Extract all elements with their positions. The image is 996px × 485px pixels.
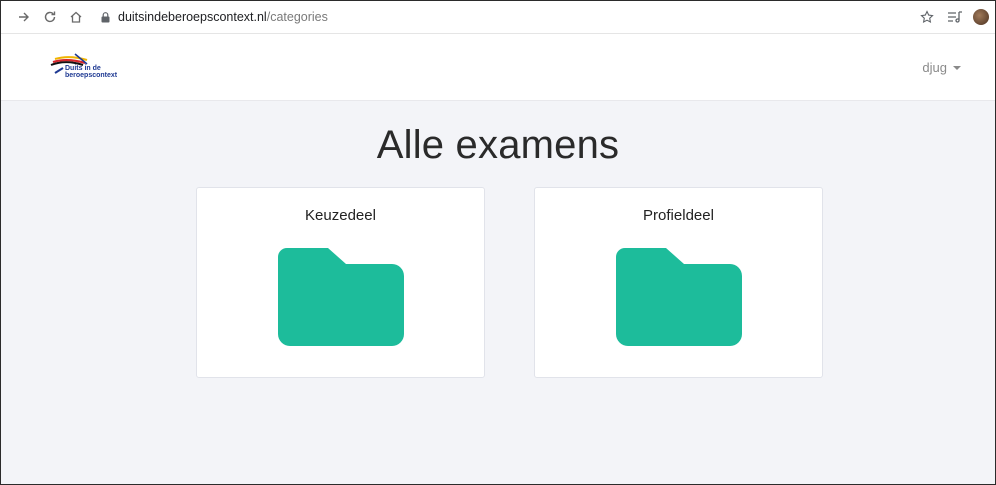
home-icon[interactable] — [65, 6, 87, 28]
browser-window: duitsindeberoepscontext.nl/categories Du… — [0, 0, 996, 485]
site-logo[interactable]: Duits in de beroepscontext — [49, 52, 149, 84]
reload-icon[interactable] — [39, 6, 61, 28]
logo-text-line2: beroepscontext — [65, 72, 118, 79]
category-card-profieldeel[interactable]: Profieldeel — [534, 187, 823, 378]
address-bar[interactable]: duitsindeberoepscontext.nl/categories — [101, 10, 328, 24]
browser-actions — [911, 6, 989, 28]
category-card-title: Keuzedeel — [305, 207, 376, 224]
user-menu-dropdown[interactable]: djug — [922, 60, 961, 75]
lock-icon — [101, 11, 110, 23]
url-path: /categories — [266, 10, 328, 24]
caret-down-icon — [953, 65, 961, 70]
category-card-keuzedeel[interactable]: Keuzedeel — [196, 187, 485, 378]
logo-text-line1: Duits in de — [65, 65, 101, 72]
star-icon[interactable] — [915, 6, 939, 28]
folder-icon — [616, 248, 742, 346]
site-header: Duits in de beroepscontext djug — [1, 34, 995, 101]
logo-text: Duits in de beroepscontext — [65, 65, 117, 79]
user-name: djug — [922, 60, 947, 75]
forward-icon[interactable] — [13, 6, 35, 28]
folder-icon — [278, 248, 404, 346]
profile-avatar[interactable] — [973, 9, 989, 25]
category-card-title: Profieldeel — [643, 207, 714, 224]
browser-toolbar: duitsindeberoepscontext.nl/categories — [1, 1, 995, 34]
reading-list-icon[interactable] — [943, 6, 967, 28]
page-title: Alle examens — [376, 123, 620, 167]
url-domain: duitsindeberoepscontext.nl — [118, 10, 267, 24]
